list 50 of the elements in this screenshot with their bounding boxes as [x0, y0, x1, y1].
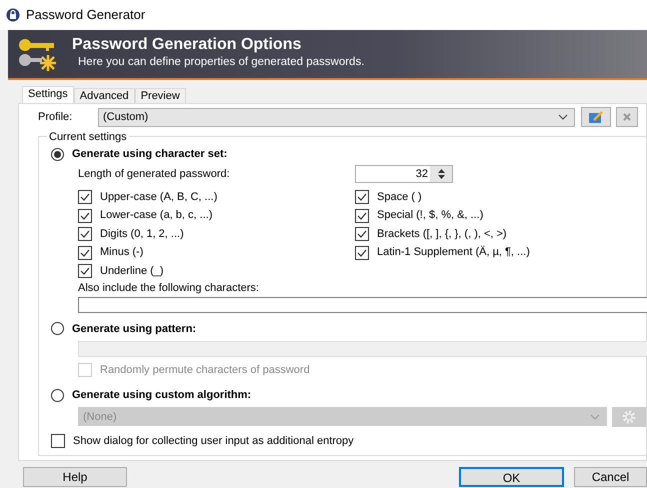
gear-icon [621, 409, 638, 426]
checkbox-label: Minus (-) [100, 245, 144, 260]
checkbox[interactable] [355, 190, 369, 204]
profile-dropdown[interactable]: (Custom) [98, 108, 575, 126]
also-include-field[interactable] [78, 296, 647, 313]
checkbox-label: Brackets ([, ], {, }, (, ), <, >) [377, 226, 507, 242]
group-title: Current settings [47, 129, 129, 146]
also-label: Also include the following characters: [77, 281, 260, 296]
checkbox-label: Space ( ) [377, 190, 422, 205]
edit-profile-button[interactable] [580, 107, 610, 127]
checkbox[interactable] [78, 190, 92, 204]
spin-arrows-icon [430, 166, 452, 182]
checkbox[interactable] [355, 246, 369, 260]
profile-label: Profile: [38, 110, 74, 125]
header-title: Password Generation Options [72, 36, 302, 54]
checkbox-label: Show dialog for collecting user input as additional entropy [73, 434, 354, 449]
close-icon [622, 112, 632, 122]
checkbox-label: Digits (0, 1, 2, ...) [100, 226, 184, 242]
checkbox-label: Special (!, $, %, &, ...) [377, 208, 484, 224]
radio-button[interactable] [51, 322, 64, 336]
radio-label: Generate using pattern: [72, 322, 196, 336]
checkbox-label: Lower-case (a, b, c, ...) [100, 208, 212, 224]
checkbox-label: Randomly permute characters of password [100, 363, 310, 378]
dialog-button[interactable]: Help [23, 467, 127, 487]
window-title: Password Generator [26, 6, 146, 24]
header-subtitle: Here you can define properties of generated passwords. [77, 55, 364, 70]
checkbox[interactable] [78, 208, 92, 222]
radio-label: Generate using custom algorithm: [72, 388, 252, 404]
tab[interactable]: Preview [134, 88, 186, 103]
checkbox-label: Upper-case (A, B, C, ...) [100, 190, 218, 205]
algorithm-dropdown: (None) [78, 407, 607, 426]
checkbox[interactable] [78, 227, 92, 241]
tab[interactable]: Settings [22, 86, 74, 103]
checkbox[interactable] [78, 264, 92, 278]
dialog-button[interactable]: Cancel [574, 467, 647, 487]
lock-icon [6, 8, 20, 22]
checkbox[interactable] [51, 434, 65, 448]
checkbox[interactable] [355, 227, 369, 241]
length-label: Length of generated password: [78, 166, 231, 182]
checkbox[interactable] [78, 246, 92, 260]
radio-label: Generate using character set: [72, 146, 228, 162]
checkbox[interactable] [355, 208, 369, 222]
pattern-field[interactable] [78, 340, 647, 356]
length-spinbox[interactable]: 32 [355, 165, 453, 183]
checkbox-label: Latin-1 Supplement (Ä, µ, ¶, ...) [377, 244, 530, 260]
radio-button[interactable] [51, 148, 64, 160]
tab[interactable]: Advanced [74, 88, 135, 103]
dialog-button[interactable]: OK [459, 467, 564, 487]
checkbox-label: Underline (_) [100, 264, 164, 279]
edit-icon [588, 110, 604, 124]
